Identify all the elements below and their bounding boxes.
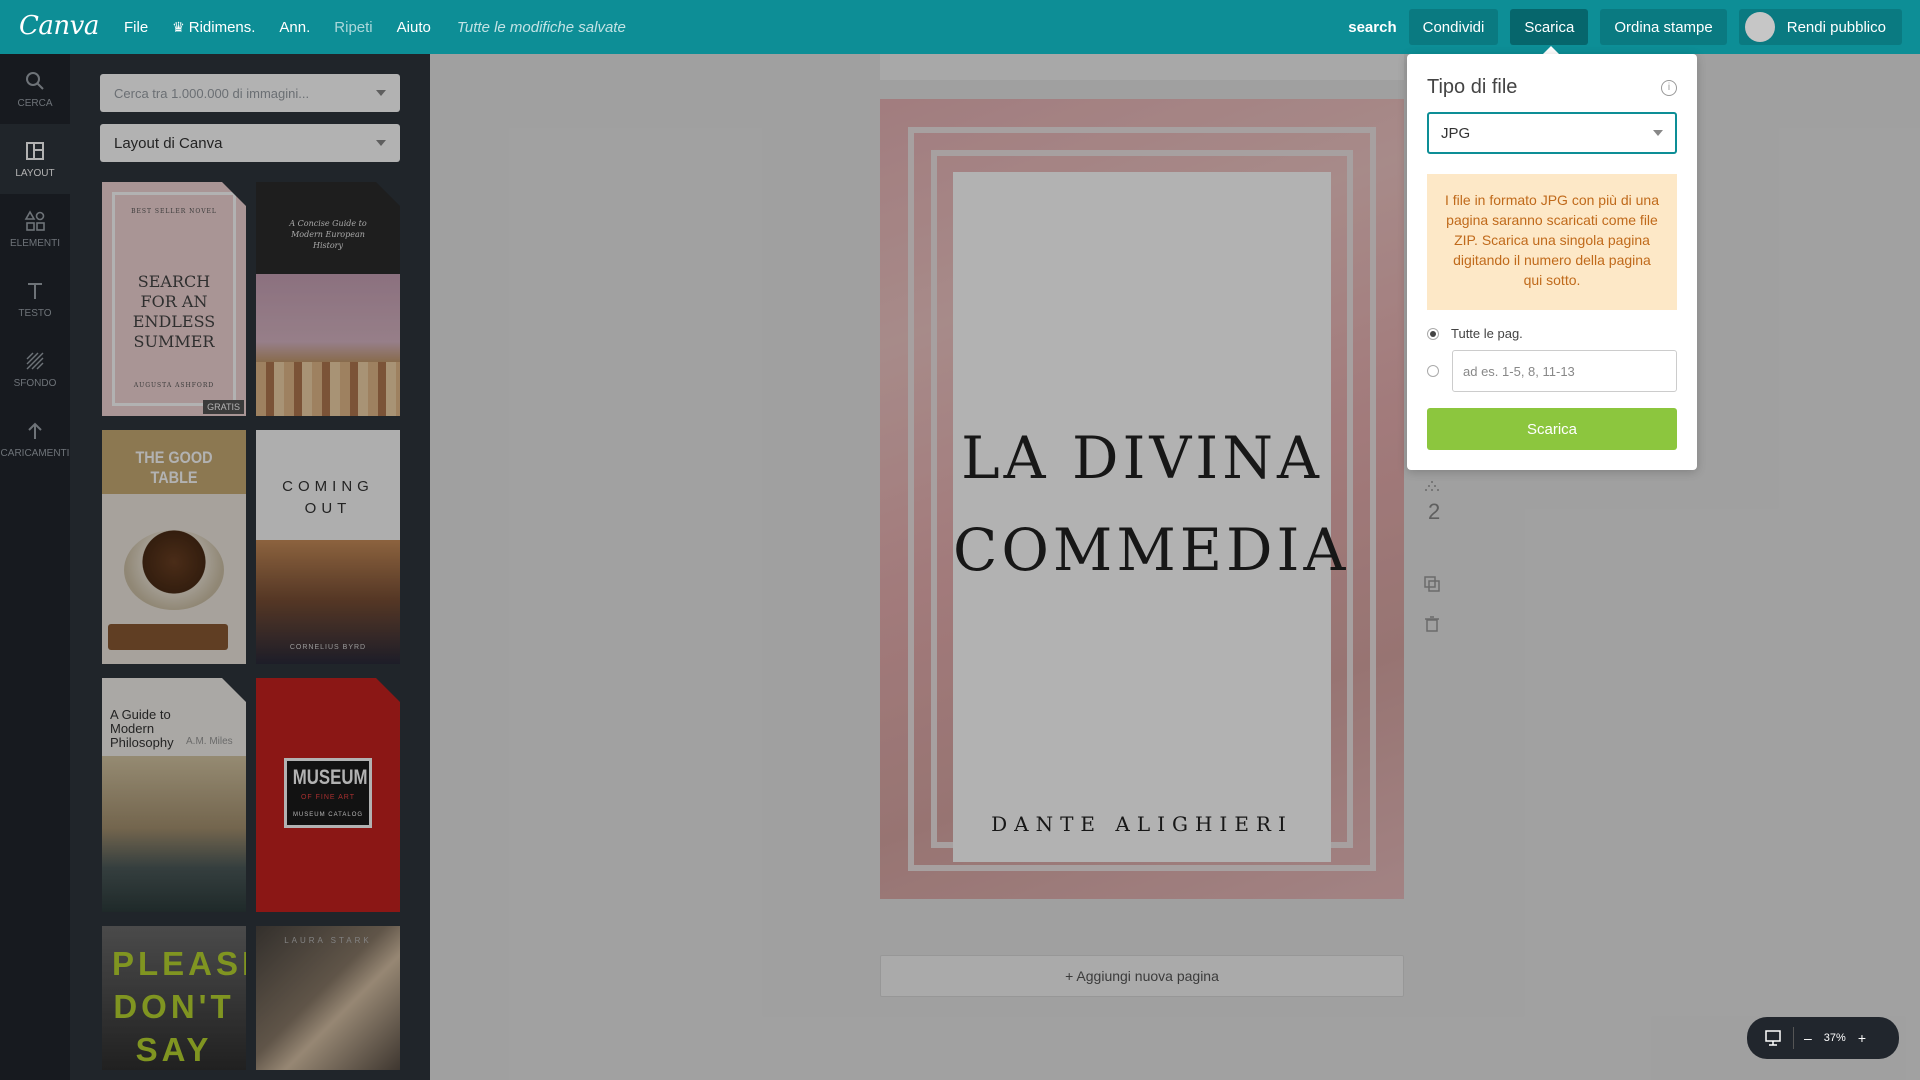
download-popover: Tipo di file i JPG I file in formato JPG… xyxy=(1407,54,1697,470)
zoom-control: – 37% + xyxy=(1747,1017,1899,1059)
avatar xyxy=(1744,12,1775,42)
crown-icon: ♛ xyxy=(172,18,185,35)
page-range-option[interactable] xyxy=(1427,365,1439,377)
file-type-select[interactable]: JPG xyxy=(1427,112,1677,154)
menu-resize-label: Ridimens. xyxy=(188,18,256,36)
menu-redo[interactable]: Ripeti xyxy=(322,0,384,54)
menu-undo[interactable]: Ann. xyxy=(267,0,322,54)
canva-logo[interactable]: Canva xyxy=(19,11,99,41)
zoom-level: 37% xyxy=(1823,1032,1846,1044)
popover-arrow xyxy=(1543,46,1559,54)
menu-help[interactable]: Aiuto xyxy=(385,0,443,54)
order-prints-button[interactable]: Ordina stampe xyxy=(1600,9,1727,45)
page-range-input[interactable]: ad es. 1-5, 8, 11-13 xyxy=(1452,350,1677,392)
zoom-out-icon[interactable]: – xyxy=(1804,1030,1812,1046)
all-pages-radio[interactable] xyxy=(1427,327,1439,340)
top-menu: File ♛ Ridimens. Ann. Ripeti Aiuto Tutte … xyxy=(112,0,626,54)
chevron-down-icon xyxy=(1653,130,1663,136)
page-range-placeholder: ad es. 1-5, 8, 11-13 xyxy=(1463,363,1575,379)
make-public-label: Rendi pubblico xyxy=(1786,18,1886,36)
menu-file[interactable]: File xyxy=(112,0,160,54)
search-link[interactable]: search xyxy=(1348,19,1396,36)
top-bar: Canva File ♛ Ridimens. Ann. Ripeti Aiuto … xyxy=(0,0,1920,54)
page-range-radio[interactable] xyxy=(1427,365,1439,377)
menu-resize[interactable]: ♛ Ridimens. xyxy=(160,0,267,54)
canva-editor: Canva File ♛ Ridimens. Ann. Ripeti Aiuto … xyxy=(0,0,1920,1080)
saved-status: Tutte le modifiche salvate xyxy=(456,18,626,36)
file-type-label: Tipo di file xyxy=(1427,76,1518,98)
all-pages-option[interactable]: Tutte le pag. xyxy=(1427,326,1523,341)
header-actions: search Condividi Scarica Ordina stampe R… xyxy=(1348,0,1902,54)
download-confirm-button[interactable]: Scarica xyxy=(1427,408,1677,450)
download-button[interactable]: Scarica xyxy=(1510,9,1589,45)
present-icon[interactable] xyxy=(1763,1028,1783,1048)
multi-page-warning: I file in formato JPG con più di una pag… xyxy=(1427,174,1677,310)
all-pages-label: Tutte le pag. xyxy=(1451,326,1523,341)
info-icon[interactable]: i xyxy=(1661,80,1677,96)
file-type-value: JPG xyxy=(1441,124,1471,142)
make-public-button[interactable]: Rendi pubblico xyxy=(1738,9,1902,45)
share-button[interactable]: Condividi xyxy=(1408,9,1499,45)
zoom-in-icon[interactable]: + xyxy=(1858,1030,1866,1046)
zoom-divider xyxy=(1793,1027,1794,1049)
